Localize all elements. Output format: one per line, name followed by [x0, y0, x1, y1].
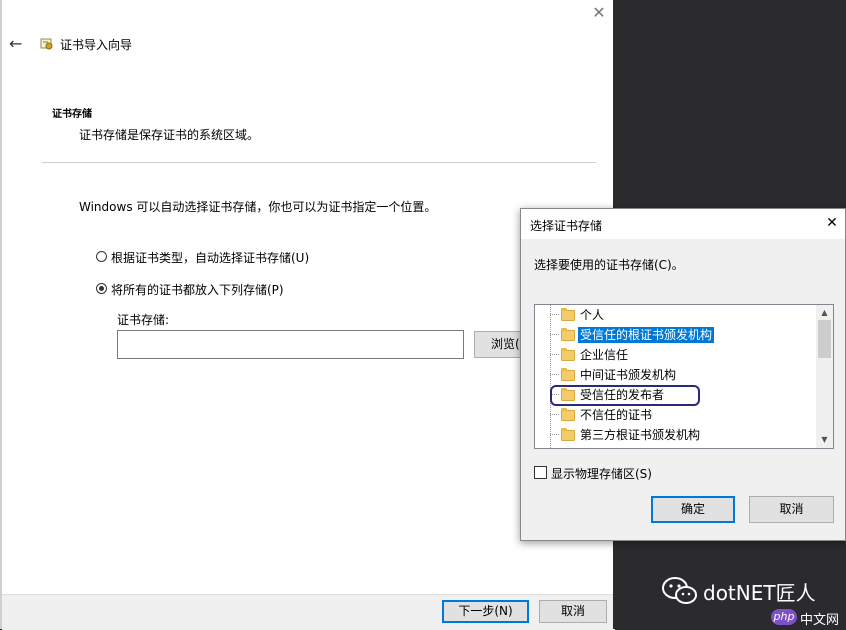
scrollbar[interactable]: ▲ ▼ [816, 305, 833, 448]
tree-branch [550, 414, 559, 415]
tree-branch [550, 374, 559, 375]
radio-manual[interactable] [96, 283, 107, 294]
wizard-cancel-button[interactable]: 取消 [539, 600, 607, 623]
tree-item[interactable]: 中间证书颁发机构 [535, 365, 803, 385]
tree-item[interactable]: 受信任的根证书颁发机构 [535, 325, 803, 345]
select-store-dialog: 选择证书存储 ✕ 选择要使用的证书存储(C)。 个人受信任的根证书颁发机构 企业信… [520, 208, 846, 541]
tree-item[interactable]: 不信任的证书 [535, 405, 803, 425]
folder-icon [561, 408, 575, 421]
divider [42, 162, 596, 163]
tree-item[interactable]: 受信任的发布者 [535, 385, 803, 406]
show-physical-checkbox[interactable] [534, 466, 547, 479]
site-text: 中文网 [800, 613, 840, 628]
option-auto[interactable]: 根据证书类型，自动选择证书存储(U) [96, 249, 326, 265]
folder-icon [561, 428, 575, 441]
tree-item[interactable]: 第三方根证书颁发机构 [535, 425, 803, 445]
next-button[interactable]: 下一步(N) [442, 600, 529, 623]
instruction-text: Windows 可以自动选择证书存储，你也可以为证书指定一个位置。 [79, 200, 437, 214]
tree-branch [550, 354, 559, 355]
folder-icon [561, 328, 575, 341]
tree-item-label: 受信任的根证书颁发机构 [578, 327, 715, 343]
tree-item-label: 中间证书颁发机构 [580, 368, 677, 382]
dialog-title: 选择证书存储 [530, 219, 603, 233]
tree-item-label: 不信任的证书 [580, 408, 653, 422]
folder-icon [561, 348, 575, 361]
tree-item-label: 第三方根证书颁发机构 [580, 428, 701, 442]
scroll-up-icon[interactable]: ▲ [816, 305, 833, 320]
store-tree[interactable]: 个人受信任的根证书颁发机构 企业信任中间证书颁发机构受信任的发布者不信任的证书第三… [534, 304, 834, 449]
store-input[interactable] [117, 330, 464, 359]
wizard-title: 证书导入向导 [60, 38, 133, 52]
folder-icon [561, 308, 575, 321]
scroll-down-icon[interactable]: ▼ [816, 432, 833, 447]
highlight-circle [550, 385, 700, 406]
option-auto-label: 根据证书类型，自动选择证书存储(U) [111, 251, 310, 265]
store-label: 证书存储: [117, 313, 170, 327]
tree-branch [550, 334, 559, 335]
tree-items: 个人受信任的根证书颁发机构 企业信任中间证书颁发机构受信任的发布者不信任的证书第三… [535, 305, 817, 448]
close-icon[interactable]: ✕ [592, 5, 606, 21]
option-manual-label: 将所有的证书都放入下列存储(P) [111, 283, 284, 297]
ok-button[interactable]: 确定 [651, 496, 735, 523]
site-badge: php [771, 609, 797, 625]
tree-branch [550, 314, 559, 315]
back-arrow-icon[interactable]: ← [9, 35, 27, 53]
dialog-close-icon[interactable]: ✕ [825, 215, 839, 231]
tree-branch [550, 434, 559, 435]
folder-icon [561, 368, 575, 381]
section-description: 证书存储是保存证书的系统区域。 [79, 128, 260, 142]
wechat-icon [660, 575, 700, 607]
certificate-icon [40, 37, 54, 51]
option-manual[interactable]: 将所有的证书都放入下列存储(P) [96, 281, 326, 297]
tree-item[interactable]: 个人 [535, 305, 803, 325]
show-physical-label: 显示物理存储区(S) [551, 467, 652, 481]
tree-item[interactable]: 企业信任 [535, 345, 803, 365]
dialog-prompt: 选择要使用的证书存储(C)。 [534, 258, 684, 272]
section-title: 证书存储 [52, 109, 92, 120]
tree-item-label: 个人 [580, 308, 605, 322]
tree-item-label: 企业信任 [580, 348, 629, 362]
radio-auto[interactable] [96, 251, 107, 262]
watermark-brand: dotNET匠人 [703, 581, 816, 605]
dialog-cancel-button[interactable]: 取消 [749, 496, 834, 523]
scroll-thumb[interactable] [818, 320, 831, 358]
